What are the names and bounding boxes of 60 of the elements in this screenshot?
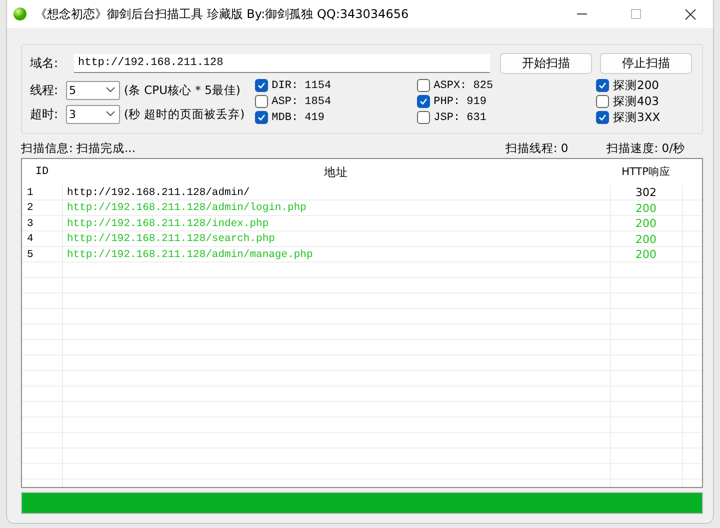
threads-hint: (条 CPU核心 * 5最佳) [124, 82, 240, 98]
table-cell-text: http://192.168.211.128/admin/login.php [66, 201, 308, 216]
timeout-label: 超时: [30, 106, 60, 122]
maximize-icon [631, 9, 641, 19]
checkbox[interactable] [254, 79, 268, 92]
window-title: 《想念初恋》御剑后台扫描工具 珍藏版 By:御剑孤独 QQ:343034656 [35, 6, 410, 22]
table-cell-text: 200 [634, 232, 658, 247]
check-icon [598, 113, 607, 122]
chevron-icon [106, 87, 115, 93]
threads-label: 线程: [30, 82, 60, 98]
checkbox-label: JSP: 631 [434, 112, 486, 124]
close-icon [684, 8, 696, 20]
column-header[interactable]: 地址 [62, 159, 610, 185]
column-header[interactable]: HTTP响应 [610, 159, 682, 185]
check-icon [418, 97, 428, 106]
domain-label: 域名: [30, 55, 60, 72]
scan-info: 扫描信息: 扫描完成... [21, 140, 136, 156]
checkbox[interactable] [596, 111, 609, 124]
stop-scan-button[interactable]: 停止扫描 [600, 53, 692, 74]
domain-field[interactable]: http://192.168.211.128 [74, 54, 490, 73]
checkbox-label: 探测3XX [613, 110, 660, 125]
checkbox-label: MDB: 419 [272, 112, 324, 124]
threads-dropdown[interactable]: 5 [66, 80, 120, 100]
table-cell-text: 200 [634, 216, 658, 232]
table-cell-text: http://192.168.211.128/admin/ [66, 186, 251, 200]
table-cell-text: 1 [26, 186, 34, 200]
check-icon [598, 81, 607, 90]
table-cell-text: http://192.168.211.128/admin/manage.php [66, 248, 314, 262]
table-cell-text: 200 [634, 200, 658, 216]
timeout-dropdown[interactable]: 3 [66, 104, 120, 124]
checkbox[interactable] [416, 79, 430, 92]
table-cell-text: 2 [26, 201, 34, 216]
checkbox[interactable] [416, 95, 430, 108]
chevron-icon [106, 111, 115, 117]
check-icon [256, 113, 266, 122]
checkbox[interactable] [596, 95, 609, 108]
checkbox[interactable] [596, 79, 609, 92]
checkbox-label: PHP: 919 [434, 96, 486, 108]
column-header[interactable]: ID [22, 159, 62, 185]
start-scan-button[interactable]: 开始扫描 [500, 53, 592, 74]
table-cell-text: 3 [26, 216, 34, 232]
checkbox-label: ASPX: 825 [434, 80, 494, 92]
checkbox[interactable] [254, 95, 268, 108]
scan-threads: 扫描线程: 0 [505, 140, 568, 156]
timeout-hint: (秒 超时的页面被丢弃) [124, 106, 245, 122]
table-cell-text: 5 [26, 248, 34, 262]
table-cell-text: http://192.168.211.128/search.php [66, 232, 276, 247]
checkbox-label: ASP: 1854 [272, 96, 332, 108]
table-cell-text: http://192.168.211.128/index.php [66, 216, 270, 232]
checkbox-label: 探测200 [613, 78, 659, 93]
checkbox[interactable] [254, 111, 268, 124]
check-icon [256, 81, 266, 90]
table-cell-text: 302 [634, 185, 658, 200]
checkbox[interactable] [416, 111, 430, 124]
app-icon [13, 7, 27, 21]
table-cell-text: 4 [26, 232, 34, 247]
checkbox-label: DIR: 1154 [272, 80, 332, 92]
table-cell-text: 200 [634, 247, 658, 262]
checkbox-label: 探测403 [613, 94, 659, 109]
scan-speed: 扫描速度: 0/秒 [606, 140, 685, 156]
